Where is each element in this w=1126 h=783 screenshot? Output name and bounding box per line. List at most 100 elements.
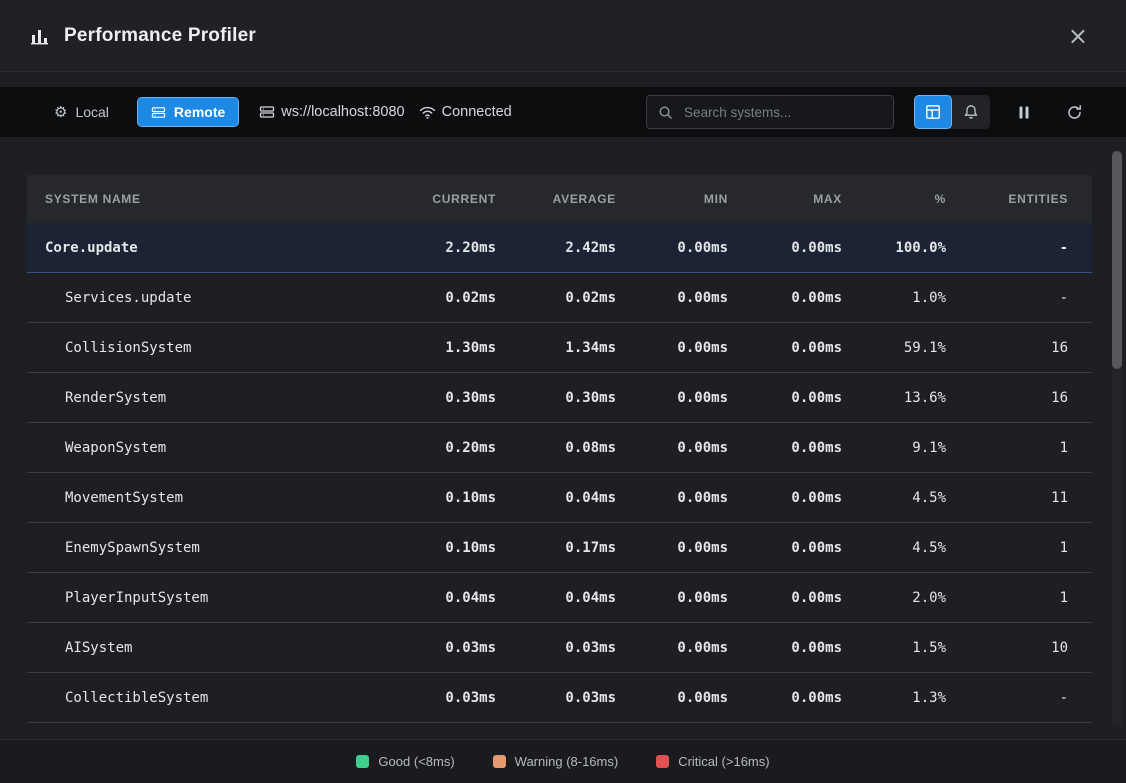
cell-max: 0.00ms xyxy=(752,490,866,506)
cell-current: 0.30ms xyxy=(390,390,520,406)
scrollbar[interactable] xyxy=(1112,149,1122,727)
cell-entities: 16 xyxy=(970,340,1092,356)
scrollbar-thumb[interactable] xyxy=(1112,151,1122,369)
warning-swatch xyxy=(493,755,506,768)
cell-min: 0.00ms xyxy=(640,340,752,356)
search-box xyxy=(646,95,894,129)
cell-max: 0.00ms xyxy=(752,590,866,606)
cell-min: 0.00ms xyxy=(640,390,752,406)
cell-min: 0.00ms xyxy=(640,440,752,456)
websocket-url: ws://localhost:8080 xyxy=(259,104,404,120)
cell-entities: 1 xyxy=(970,590,1092,606)
table-row[interactable]: PlayerInputSystem0.04ms0.04ms0.00ms0.00m… xyxy=(27,573,1092,623)
column-header-current[interactable]: CURRENT xyxy=(390,192,520,206)
table-row[interactable]: EnemySpawnSystem0.10ms0.17ms0.00ms0.00ms… xyxy=(27,523,1092,573)
cell-name: CollisionSystem xyxy=(27,340,390,356)
cell-entities: 1 xyxy=(970,540,1092,556)
cell-entities: - xyxy=(970,690,1092,706)
content-area: SYSTEM NAME CURRENT AVERAGE MIN MAX % EN… xyxy=(0,137,1126,739)
cell-percent: 13.6% xyxy=(866,390,970,406)
critical-swatch xyxy=(656,755,669,768)
systems-table: SYSTEM NAME CURRENT AVERAGE MIN MAX % EN… xyxy=(27,175,1092,723)
cell-current: 0.20ms xyxy=(390,440,520,456)
cell-average: 0.04ms xyxy=(520,490,640,506)
cell-average: 0.03ms xyxy=(520,690,640,706)
cell-name: AISystem xyxy=(27,640,390,656)
remote-mode-button[interactable]: Remote xyxy=(137,97,239,127)
cell-entities: 11 xyxy=(970,490,1092,506)
table-row[interactable]: CollisionSystem1.30ms1.34ms0.00ms0.00ms5… xyxy=(27,323,1092,373)
server-icon xyxy=(259,104,275,120)
local-mode-button[interactable]: ⚙ Local xyxy=(40,97,123,127)
column-header-min[interactable]: MIN xyxy=(640,192,752,206)
toolbar-gap xyxy=(0,72,1126,87)
cell-max: 0.00ms xyxy=(752,340,866,356)
page-title: Performance Profiler xyxy=(64,25,256,47)
cell-percent: 9.1% xyxy=(866,440,970,456)
cell-max: 0.00ms xyxy=(752,540,866,556)
cell-average: 1.34ms xyxy=(520,340,640,356)
cell-average: 0.08ms xyxy=(520,440,640,456)
table-view-button[interactable] xyxy=(914,95,952,129)
local-mode-label: Local xyxy=(75,104,108,120)
column-header-system-name[interactable]: SYSTEM NAME xyxy=(27,192,390,206)
cell-average: 0.17ms xyxy=(520,540,640,556)
column-header-max[interactable]: MAX xyxy=(752,192,866,206)
cell-percent: 4.5% xyxy=(866,540,970,556)
legend-label-good: Good (<8ms) xyxy=(378,754,454,769)
cell-entities: - xyxy=(970,290,1092,306)
legend-label-critical: Critical (>16ms) xyxy=(678,754,769,769)
cell-percent: 4.5% xyxy=(866,490,970,506)
cell-current: 0.04ms xyxy=(390,590,520,606)
column-header-entities[interactable]: ENTITIES xyxy=(970,192,1092,206)
remote-mode-label: Remote xyxy=(174,104,225,120)
table-row[interactable]: MovementSystem0.10ms0.04ms0.00ms0.00ms4.… xyxy=(27,473,1092,523)
cell-percent: 100.0% xyxy=(866,240,970,256)
good-swatch xyxy=(356,755,369,768)
cell-current: 0.10ms xyxy=(390,540,520,556)
cell-current: 0.02ms xyxy=(390,290,520,306)
cell-current: 0.03ms xyxy=(390,640,520,656)
cell-min: 0.00ms xyxy=(640,490,752,506)
column-header-percent[interactable]: % xyxy=(866,192,970,206)
cell-max: 0.00ms xyxy=(752,240,866,256)
cell-max: 0.00ms xyxy=(752,690,866,706)
table-row[interactable]: AISystem0.03ms0.03ms0.00ms0.00ms1.5%10 xyxy=(27,623,1092,673)
cell-percent: 1.5% xyxy=(866,640,970,656)
cell-percent: 1.0% xyxy=(866,290,970,306)
table-row[interactable]: RenderSystem0.30ms0.30ms0.00ms0.00ms13.6… xyxy=(27,373,1092,423)
table-row[interactable]: Services.update0.02ms0.02ms0.00ms0.00ms1… xyxy=(27,273,1092,323)
notifications-button[interactable] xyxy=(952,95,990,129)
table-row[interactable]: WeaponSystem0.20ms0.08ms0.00ms0.00ms9.1%… xyxy=(27,423,1092,473)
table-row[interactable]: Core.update2.20ms2.42ms0.00ms0.00ms100.0… xyxy=(27,223,1092,273)
cell-percent: 2.0% xyxy=(866,590,970,606)
cell-percent: 1.3% xyxy=(866,690,970,706)
cell-min: 0.00ms xyxy=(640,590,752,606)
cell-min: 0.00ms xyxy=(640,540,752,556)
cell-min: 0.00ms xyxy=(640,640,752,656)
connection-status: Connected xyxy=(419,104,512,120)
legend-item-good: Good (<8ms) xyxy=(356,754,454,769)
search-input[interactable] xyxy=(682,104,882,121)
cell-name: WeaponSystem xyxy=(27,440,390,456)
cell-min: 0.00ms xyxy=(640,690,752,706)
cell-percent: 59.1% xyxy=(866,340,970,356)
cell-current: 1.30ms xyxy=(390,340,520,356)
cell-average: 0.03ms xyxy=(520,640,640,656)
cell-name: CollectibleSystem xyxy=(27,690,390,706)
gear-icon: ⚙ xyxy=(54,105,67,120)
table-body: Core.update2.20ms2.42ms0.00ms0.00ms100.0… xyxy=(27,223,1092,723)
cell-max: 0.00ms xyxy=(752,290,866,306)
cell-entities: 1 xyxy=(970,440,1092,456)
cell-name: RenderSystem xyxy=(27,390,390,406)
pause-button[interactable] xyxy=(1008,96,1040,128)
cell-average: 0.02ms xyxy=(520,290,640,306)
search-icon xyxy=(658,105,673,120)
close-button[interactable]: × xyxy=(1060,20,1096,52)
column-header-average[interactable]: AVERAGE xyxy=(520,192,640,206)
table-row[interactable]: CollectibleSystem0.03ms0.03ms0.00ms0.00m… xyxy=(27,673,1092,723)
performance-profiler-window: Performance Profiler × ⚙ Local Remote xyxy=(0,0,1126,783)
refresh-button[interactable] xyxy=(1058,96,1090,128)
cell-entities: 16 xyxy=(970,390,1092,406)
connection-status-text: Connected xyxy=(442,104,512,120)
